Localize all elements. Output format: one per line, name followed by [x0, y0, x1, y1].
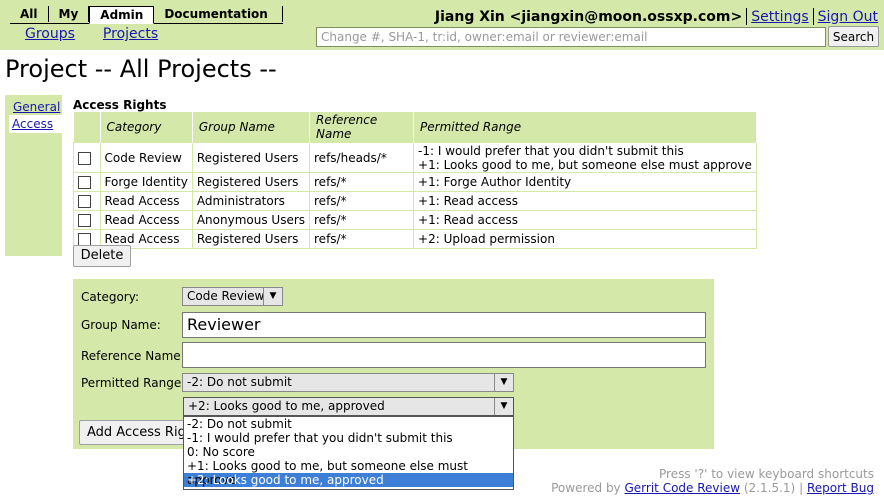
header-category: Category — [100, 112, 193, 143]
range-min-value: -2: Do not submit — [187, 375, 292, 389]
category-select-value: Code Review — [187, 289, 265, 303]
main-menu: All My Admin Documentation — [10, 6, 283, 24]
row-checkbox[interactable] — [78, 176, 91, 189]
dropdown-option-selected[interactable]: +2: Looks good to me, approved — [184, 473, 513, 487]
chevron-down-icon: ▼ — [494, 374, 513, 391]
table-row: Code Review Registered Users refs/heads/… — [73, 142, 757, 173]
report-bug-link[interactable]: Report Bug — [807, 481, 874, 495]
cell-range: +1: Forge Author Identity — [413, 172, 757, 192]
page-title: Project -- All Projects -- — [5, 55, 277, 83]
cell-category: Code Review — [99, 142, 193, 173]
permitted-range-label: Permitted Range: — [81, 376, 186, 390]
row-select — [73, 172, 101, 192]
dropdown-option[interactable]: 0: No score — [184, 445, 513, 459]
cell-category: Read Access — [99, 210, 193, 230]
category-select[interactable]: Code Review ▼ — [182, 287, 283, 306]
range-max-dropdown-list: -2: Do not submit -1: I would prefer tha… — [183, 416, 514, 490]
sidenav-general-link[interactable]: General — [5, 95, 62, 114]
access-rights-table: Category Group Name Reference Name Permi… — [73, 112, 757, 249]
chevron-down-icon: ▼ — [494, 398, 513, 415]
header-permitted-range: Permitted Range — [413, 112, 757, 143]
row-select — [73, 191, 101, 211]
row-checkbox[interactable] — [78, 151, 91, 165]
divider — [746, 8, 748, 25]
footer-separator: | — [799, 481, 804, 495]
menu-documentation[interactable]: Documentation — [154, 6, 283, 22]
cell-group: Registered Users — [191, 172, 311, 192]
header-checkbox-col — [73, 112, 101, 143]
sign-out-link[interactable]: Sign Out — [818, 9, 878, 25]
cell-ref: refs/* — [309, 191, 415, 211]
dropdown-option[interactable]: -2: Do not submit — [184, 417, 513, 431]
table-row: Read Access Registered Users refs/* +2: … — [73, 229, 757, 249]
sidenav-access-link[interactable]: Access — [9, 115, 62, 133]
group-name-input[interactable]: Reviewer — [182, 312, 706, 338]
reference-name-input[interactable] — [182, 342, 706, 368]
menu-all[interactable]: All — [10, 6, 49, 22]
chevron-down-icon: ▼ — [263, 288, 282, 305]
table-row: Read Access Administrators refs/* +1: Re… — [73, 191, 757, 211]
header-reference-name: Reference Name — [309, 112, 415, 143]
gerrit-link[interactable]: Gerrit Code Review — [625, 481, 741, 495]
table-header-row: Category Group Name Reference Name Permi… — [73, 112, 757, 143]
range-min-select[interactable]: -2: Do not submit ▼ — [182, 373, 514, 392]
search-input[interactable]: Change #, SHA-1, tr:id, owner:email or r… — [316, 27, 826, 47]
cell-range: +1: Read access — [413, 191, 757, 211]
cell-range: -1: I would prefer that you didn't submi… — [413, 142, 757, 173]
account-area: Jiang Xin <jiangxin@moon.ossxp.com> Sett… — [435, 8, 878, 25]
range-max-select[interactable]: +2: Looks good to me, approved ▼ — [183, 397, 514, 416]
cell-group: Anonymous Users — [191, 210, 311, 230]
table-row: Read Access Anonymous Users refs/* +1: R… — [73, 210, 757, 230]
row-checkbox[interactable] — [78, 195, 91, 208]
category-label: Category: — [81, 290, 139, 304]
project-sidenav: General Access — [5, 95, 62, 256]
range-max-value: +2: Looks good to me, approved — [188, 399, 385, 413]
cell-category: Read Access — [99, 191, 193, 211]
cell-ref: refs/* — [309, 229, 415, 249]
row-checkbox[interactable] — [78, 214, 91, 227]
version-text: (2.1.5.1) — [743, 481, 796, 495]
user-identity: Jiang Xin <jiangxin@moon.ossxp.com> — [434, 8, 743, 25]
menu-admin[interactable]: Admin — [89, 6, 155, 24]
cell-ref: refs/* — [309, 172, 415, 192]
menu-my[interactable]: My — [49, 6, 90, 22]
range-line: -1: I would prefer that you didn't submi… — [418, 143, 684, 158]
admin-submenu: Groups Projects — [25, 26, 158, 42]
cell-category: Forge Identity — [99, 172, 193, 192]
cell-group: Registered Users — [191, 229, 311, 249]
header-group-name: Group Name — [192, 112, 311, 143]
top-bar: All My Admin Documentation Groups Projec… — [0, 0, 884, 50]
search-button[interactable]: Search — [828, 26, 879, 47]
cell-range: +1: Read access — [413, 210, 757, 230]
add-access-right-button[interactable]: Add Access Right — [79, 420, 194, 445]
cell-range: +2: Upload permission — [413, 229, 757, 249]
powered-by-text: Powered by — [551, 481, 621, 495]
range-line: +1: Looks good to me, but someone else m… — [418, 157, 752, 172]
divider — [812, 8, 814, 25]
row-select — [73, 142, 101, 173]
delete-button[interactable]: Delete — [73, 245, 131, 267]
keyboard-shortcuts-hint: Press '?' to view keyboard shortcuts — [659, 467, 874, 481]
footer-powered-by: Powered by Gerrit Code Review (2.1.5.1) … — [551, 481, 874, 495]
access-rights-title: Access Rights — [73, 98, 167, 112]
cell-group: Registered Users — [191, 142, 311, 173]
groups-link[interactable]: Groups — [25, 26, 75, 42]
cell-group: Administrators — [191, 191, 311, 211]
dropdown-option[interactable]: -1: I would prefer that you didn't submi… — [184, 431, 513, 445]
settings-link[interactable]: Settings — [751, 9, 808, 25]
table-row: Forge Identity Registered Users refs/* +… — [73, 172, 757, 192]
dropdown-option[interactable]: +1: Looks good to me, but someone else m… — [184, 459, 513, 487]
projects-link[interactable]: Projects — [103, 26, 158, 42]
row-select — [73, 210, 101, 230]
cell-ref: refs/heads/* — [309, 142, 415, 173]
group-name-label: Group Name: — [81, 318, 161, 332]
cell-ref: refs/* — [309, 210, 415, 230]
reference-name-label: Reference Name: — [81, 349, 185, 363]
